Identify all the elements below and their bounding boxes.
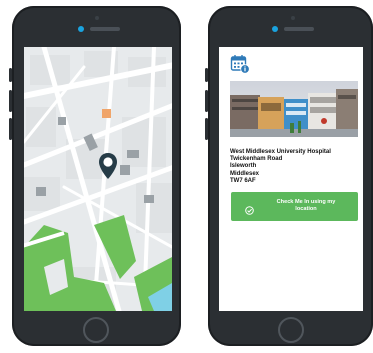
check-circle-icon [245, 202, 254, 215]
address-line-name: West Middlesex University Hospital [230, 149, 331, 155]
side-button [205, 90, 208, 112]
address-line-postcode: TW7 6AF [230, 177, 256, 184]
right-phone: West Middlesex University Hospital Twick… [205, 6, 373, 346]
check-in-button[interactable]: Check Me In using my location [231, 192, 358, 221]
side-button [9, 68, 12, 82]
address-line-town: Isleworth [230, 163, 257, 170]
side-button [9, 118, 12, 140]
front-camera [272, 26, 278, 32]
map-screen[interactable] [24, 47, 172, 311]
speaker-grille [284, 27, 314, 31]
hospital-photo [230, 81, 358, 137]
hospital-screen: West Middlesex University Hospital Twick… [219, 47, 363, 311]
side-button [205, 118, 208, 140]
front-camera [78, 26, 84, 32]
home-button[interactable] [278, 317, 304, 343]
side-button [9, 90, 12, 112]
left-phone [9, 6, 181, 346]
sensor-dot [95, 16, 99, 20]
side-button [205, 68, 208, 82]
calendar-info-icon[interactable] [230, 54, 250, 74]
sensor-dot [291, 16, 295, 20]
check-in-label: Check Me In using my location [265, 199, 347, 213]
address-line-county: Middlesex [230, 170, 260, 177]
speaker-grille [90, 27, 120, 31]
home-button[interactable] [83, 317, 109, 343]
check-in-label-line1: Check Me In using my [276, 199, 336, 205]
location-pin-icon[interactable] [98, 152, 118, 180]
address-line-street: Twickenham Road [230, 156, 283, 163]
check-in-label-line2: location [295, 205, 317, 212]
hospital-address: West Middlesex University Hospital Twick… [230, 149, 360, 185]
